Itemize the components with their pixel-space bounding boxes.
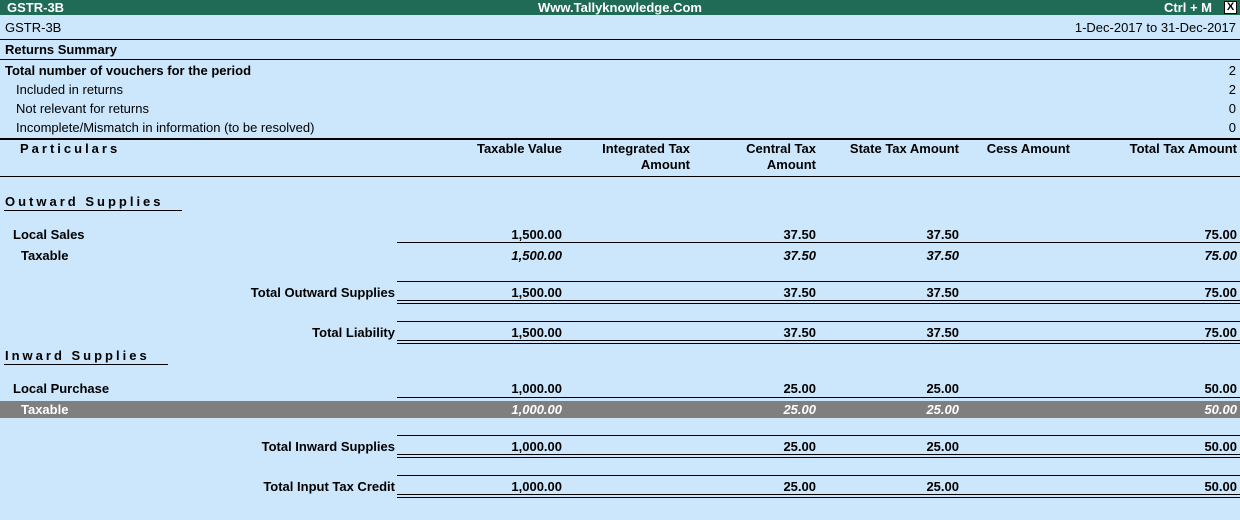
section-underline [4,364,168,365]
cell-taxable-value: 1,000.00 [511,402,562,417]
cell-taxable-value: 1,000.00 [511,479,562,494]
cell-total-tax: 50.00 [1204,479,1237,494]
summary-included-label[interactable]: Included in returns [16,82,123,97]
summary-not-relevant-label[interactable]: Not relevant for returns [16,101,149,116]
cell-taxable-value: 1,000.00 [511,439,562,454]
cell-state-tax: 37.50 [926,285,959,300]
cell-central-tax: 25.00 [783,479,816,494]
double-divider [397,494,1240,498]
cell-total-tax: 75.00 [1204,325,1237,340]
divider [397,475,1240,476]
cell-total-tax: 50.00 [1204,439,1237,454]
divider [0,39,1240,40]
divider [397,321,1240,322]
cell-central-tax: 25.00 [783,402,816,417]
divider [397,397,1240,398]
cell-total-tax: 75.00 [1204,227,1237,242]
cell-taxable-value: 1,500.00 [511,227,562,242]
cell-total-tax: 75.00 [1204,285,1237,300]
row-label-local-purchase[interactable]: Local Purchase [13,381,109,396]
column-header-cess: Cess Amount [986,141,1070,156]
cell-central-tax: 25.00 [783,439,816,454]
title-bar: GSTR-3B Www.Tallyknowledge.Com Ctrl + M … [0,0,1240,15]
cell-taxable-value: 1,500.00 [511,248,562,263]
section-underline [4,210,182,211]
column-header-total-tax: Total Tax Amount [1129,141,1237,156]
summary-incomplete-label[interactable]: Incomplete/Mismatch in information (to b… [16,120,314,135]
cell-taxable-value: 1,500.00 [511,325,562,340]
column-header-state-tax: State Tax Amount [849,141,959,156]
close-icon[interactable]: X [1224,1,1237,14]
double-divider [397,340,1240,344]
section-title-outward: Outward Supplies [5,194,164,209]
cell-state-tax: 25.00 [926,439,959,454]
summary-incomplete-value: 0 [1228,120,1236,135]
report-period[interactable]: 1-Dec-2017 to 31-Dec-2017 [1075,20,1236,35]
summary-title: Returns Summary [5,42,117,57]
column-header-central-tax-line2: Amount [766,157,816,172]
divider [397,435,1240,436]
section-title-inward: Inward Supplies [5,348,150,363]
row-label-taxable[interactable]: Taxable [21,248,68,263]
summary-included-value: 2 [1228,82,1236,97]
cell-state-tax: 25.00 [926,381,959,396]
cell-total-tax: 50.00 [1204,402,1237,417]
row-label-total-outward[interactable]: Total Outward Supplies [0,285,395,300]
column-header-taxable-value: Taxable Value [476,141,562,156]
row-label-taxable-selected[interactable]: Taxable [21,402,68,417]
cell-central-tax: 37.50 [783,227,816,242]
column-header-integrated-tax: Integrated Tax [602,141,690,156]
cell-central-tax: 37.50 [783,285,816,300]
row-label-total-liability[interactable]: Total Liability [0,325,395,340]
row-label-total-inward[interactable]: Total Inward Supplies [0,439,395,454]
divider [0,138,1240,140]
report-name: GSTR-3B [5,20,62,35]
cell-taxable-value: 1,500.00 [511,285,562,300]
divider [397,281,1240,282]
divider [0,59,1240,60]
summary-total-label[interactable]: Total number of vouchers for the period [5,63,251,78]
summary-not-relevant-value: 0 [1228,101,1236,116]
cell-taxable-value: 1,000.00 [511,381,562,396]
cell-state-tax: 37.50 [926,227,959,242]
cell-total-tax: 75.00 [1204,248,1237,263]
cell-central-tax: 25.00 [783,381,816,396]
site-title: Www.Tallyknowledge.Com [538,0,702,15]
shortcut-label[interactable]: Ctrl + M [1164,0,1212,15]
cell-total-tax: 50.00 [1204,381,1237,396]
row-label-total-itc[interactable]: Total Input Tax Credit [0,479,395,494]
column-header-particulars: Particulars [20,141,121,156]
row-label-local-sales[interactable]: Local Sales [13,227,85,242]
column-header-central-tax: Central Tax [746,141,816,156]
cell-central-tax: 37.50 [783,325,816,340]
cell-state-tax: 25.00 [926,402,959,417]
divider [397,242,1240,243]
double-divider [397,454,1240,458]
selected-row-highlight[interactable] [0,401,1240,418]
cell-state-tax: 37.50 [926,248,959,263]
divider [0,176,1240,177]
double-divider [397,300,1240,304]
summary-total-value: 2 [1228,63,1236,78]
cell-state-tax: 25.00 [926,479,959,494]
cell-central-tax: 37.50 [783,248,816,263]
column-header-integrated-tax-line2: Amount [640,157,690,172]
cell-state-tax: 37.50 [926,325,959,340]
